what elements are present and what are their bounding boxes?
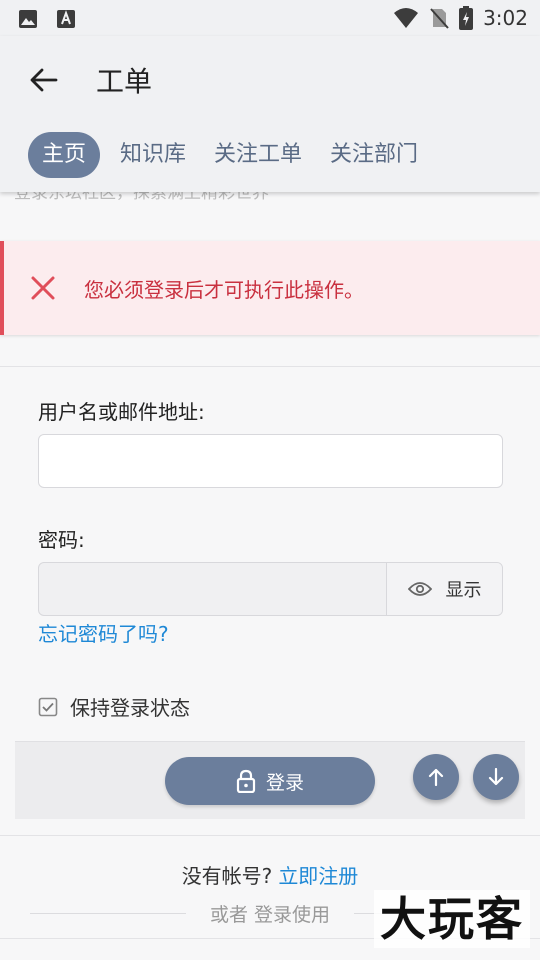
watermark-logo: 大玩客 (374, 890, 530, 948)
back-button[interactable] (24, 60, 64, 100)
alert-message: 您必须登录后才可执行此操作。 (84, 277, 364, 302)
close-x-icon (31, 276, 55, 300)
password-field: 显示 (38, 562, 503, 616)
tab-knowledge-base[interactable]: 知识库 (112, 132, 194, 178)
page-title: 工单 (96, 65, 153, 98)
show-password-label: 显示 (445, 580, 482, 601)
action-bar: 登录 (15, 741, 525, 819)
username-input[interactable] (38, 434, 503, 488)
password-label: 密码: (38, 528, 85, 552)
lock-icon (236, 769, 256, 793)
divider (0, 835, 540, 836)
username-label: 用户名或邮件地址: (38, 400, 205, 424)
scroll-down-button[interactable] (473, 754, 519, 800)
divider (0, 366, 540, 367)
register-prompt: 没有帐号? (181, 864, 273, 888)
scroll-up-button[interactable] (413, 754, 459, 800)
login-button-label: 登录 (265, 771, 304, 794)
or-login-text: 或者 登录使用 (209, 904, 331, 926)
separator-line (30, 913, 186, 914)
wifi-icon (394, 8, 419, 28)
gallery-notification-icon (19, 10, 37, 28)
arrow-up-icon (428, 768, 444, 786)
no-sim-icon (430, 8, 449, 29)
login-button[interactable]: 登录 (165, 757, 375, 805)
register-row: 没有帐号? 立即注册 (0, 860, 540, 889)
remember-me-label: 保持登录状态 (70, 696, 190, 720)
clock: 3:02 (483, 6, 528, 30)
checkbox-checked-icon[interactable] (38, 697, 58, 717)
show-password-button[interactable]: 显示 (386, 563, 502, 615)
tab-bar: 主页 知识库 关注工单 关注部门 (28, 132, 426, 178)
tab-followed-tickets[interactable]: 关注工单 (206, 132, 310, 178)
remember-me-checkbox[interactable]: 保持登录状态 (38, 692, 190, 721)
tab-home[interactable]: 主页 (28, 132, 101, 178)
app-notification-icon (57, 10, 75, 28)
tab-followed-departments[interactable]: 关注部门 (322, 132, 426, 178)
app-bar: 工单 主页 知识库 关注工单 关注部门 (0, 36, 540, 192)
register-link[interactable]: 立即注册 (278, 864, 358, 888)
forgot-password-link[interactable]: 忘记密码了吗? (38, 618, 169, 647)
password-input[interactable] (39, 563, 386, 615)
eye-icon (407, 582, 432, 596)
arrow-down-icon (488, 768, 504, 786)
error-alert: 您必须登录后才可执行此操作。 (0, 241, 540, 335)
arrow-left-icon (30, 68, 58, 92)
battery-charging-icon (459, 6, 474, 30)
status-bar: 3:02 (0, 0, 540, 36)
